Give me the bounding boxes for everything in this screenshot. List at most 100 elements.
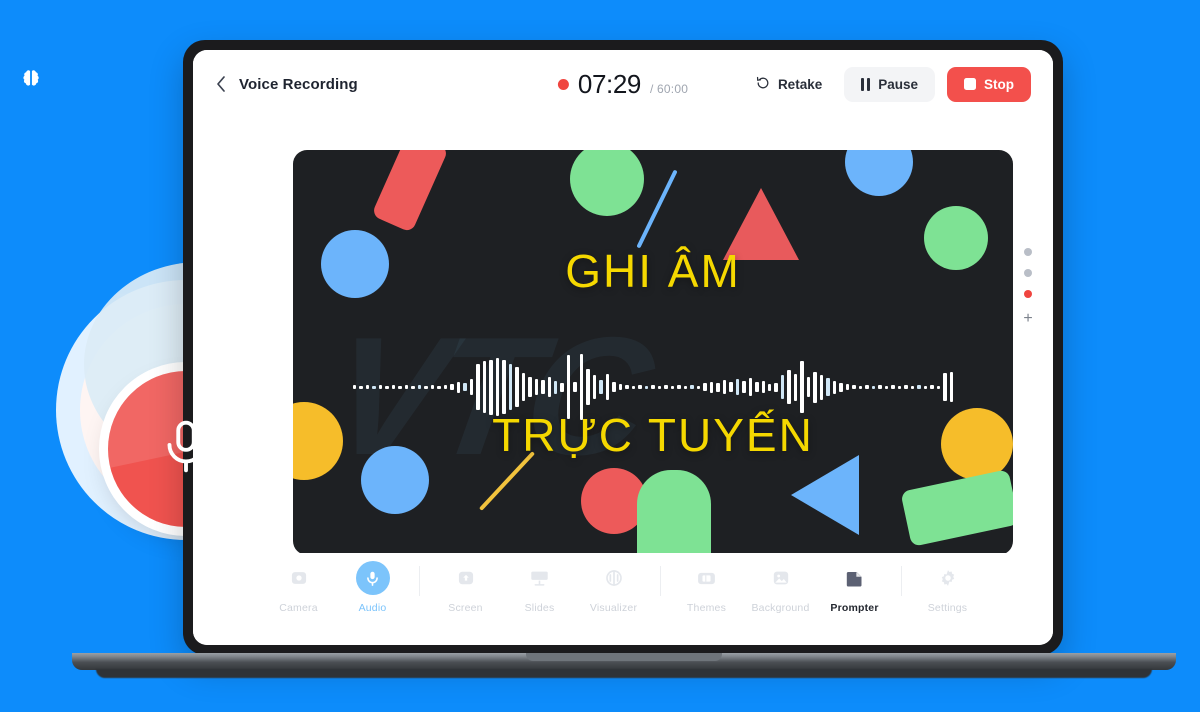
- waveform-bar: [411, 385, 415, 389]
- side-rail[interactable]: +: [1017, 248, 1039, 327]
- toolbar-item-visualizer[interactable]: Visualizer: [577, 561, 651, 614]
- prompter-icon: [838, 561, 872, 595]
- laptop-frame: Voice Recording 07:29 / 60:00 Retake Pau…: [183, 40, 1063, 655]
- waveform-bar: [463, 383, 467, 391]
- waveform-bar: [858, 385, 863, 389]
- rotate-ccw-icon: [755, 75, 771, 94]
- bottom-toolbar: Camera Audio Screen Slides Visualizer Themes B…: [193, 553, 1053, 645]
- camera-icon: [282, 561, 316, 595]
- waveform-bar: [534, 379, 539, 395]
- waveform-bar: [638, 385, 642, 389]
- add-icon[interactable]: +: [1023, 311, 1032, 327]
- waveform-bar: [930, 385, 934, 389]
- rail-dot-record[interactable]: [1024, 290, 1032, 298]
- waveform-bar: [424, 385, 428, 389]
- screen-share-icon: [449, 561, 483, 595]
- waveform-bar: [722, 380, 727, 394]
- waveform-bar: [767, 383, 772, 391]
- recording-canvas[interactable]: VTC GHI ÂM TRỰC TUYẾN: [293, 150, 1013, 555]
- waveform-bar: [897, 385, 902, 389]
- waveform-bar: [845, 384, 850, 390]
- toolbar-item-camera[interactable]: Camera: [262, 561, 336, 614]
- waveform-bar: [865, 385, 869, 389]
- toolbar-item-slides[interactable]: Slides: [503, 561, 577, 614]
- waveform-bar: [547, 377, 551, 397]
- toolbar-item-background[interactable]: Background: [744, 561, 818, 614]
- waveform-bar: [644, 385, 649, 389]
- retake-button[interactable]: Retake: [745, 67, 832, 102]
- laptop-foot: [96, 669, 1152, 678]
- waveform-bar: [826, 378, 830, 396]
- waveform-bar: [664, 385, 668, 389]
- waveform-bar: [541, 380, 545, 394]
- waveform-bar: [554, 380, 558, 394]
- waveform-bar: [891, 385, 895, 389]
- pause-button[interactable]: Pause: [844, 66, 935, 102]
- waveform-bar: [605, 374, 610, 400]
- waveform-bar: [560, 382, 564, 392]
- brain-icon: [20, 68, 42, 90]
- waveform-bar: [735, 379, 740, 395]
- waveform-bar: [450, 384, 454, 390]
- waveform-bar: [456, 381, 461, 393]
- toolbar-item-screen[interactable]: Screen: [429, 561, 503, 614]
- waveform-bar: [813, 371, 817, 403]
- toolbar-label: Screen: [448, 602, 483, 614]
- shape-green-blob-bottom: [637, 470, 711, 555]
- waveform-bar: [884, 385, 889, 389]
- page-title: Voice Recording: [239, 75, 358, 93]
- toolbar-label: Settings: [927, 602, 968, 614]
- chevron-left-icon[interactable]: [215, 74, 227, 94]
- waveform-bar: [657, 385, 662, 389]
- waveform-bar: [612, 382, 616, 392]
- waveform-bar: [910, 385, 915, 389]
- waveform-bar: [677, 385, 681, 389]
- waveform-bar: [385, 385, 389, 389]
- canvas-subline: TRỰC TUYẾN: [492, 409, 814, 461]
- pause-icon: [861, 77, 871, 91]
- waveform-bar: [806, 377, 811, 397]
- toolbar-item-audio[interactable]: Audio: [336, 561, 410, 614]
- waveform-bar: [430, 385, 435, 389]
- waveform-bar: [696, 385, 701, 389]
- waveform-bar: [378, 385, 383, 389]
- rail-dot-1[interactable]: [1024, 248, 1032, 256]
- rail-dot-2[interactable]: [1024, 269, 1032, 277]
- waveform-bar: [917, 385, 921, 389]
- waveform-bar: [716, 382, 720, 392]
- toolbar-label: Visualizer: [589, 602, 638, 614]
- recording-timer: 07:29 / 60:00: [557, 69, 688, 100]
- gear-icon: [931, 561, 965, 595]
- waveform-bar: [359, 385, 363, 389]
- themes-icon: [690, 561, 724, 595]
- toolbar-item-prompter[interactable]: Prompter: [818, 561, 892, 614]
- toolbar-label: Slides: [524, 602, 555, 614]
- microphone-icon: [355, 561, 390, 595]
- waveform-bar: [787, 370, 791, 404]
- toolbar-label: Prompter: [830, 602, 879, 614]
- toolbar-label: Audio: [358, 602, 387, 614]
- waveform-bar: [443, 385, 448, 389]
- waveform-bar: [404, 385, 409, 389]
- waveform-bar: [923, 385, 928, 389]
- toolbar-item-settings[interactable]: Settings: [911, 561, 985, 614]
- waveform-bar: [904, 385, 908, 389]
- waveform-bar: [943, 373, 947, 401]
- waveform-bar: [755, 382, 759, 392]
- toolbar-separator: [900, 566, 902, 596]
- waveform-bar: [800, 361, 804, 413]
- stop-button[interactable]: Stop: [947, 66, 1031, 102]
- image-icon: [764, 561, 798, 595]
- toolbar-item-themes[interactable]: Themes: [670, 561, 744, 614]
- waveform-bar: [761, 381, 765, 393]
- waveform-bar: [618, 384, 623, 390]
- waveform-bar: [592, 375, 597, 399]
- waveform-bar: [780, 375, 785, 399]
- waveform-bar: [528, 377, 532, 397]
- pause-label: Pause: [878, 76, 918, 92]
- stop-square-icon: [964, 78, 976, 90]
- toolbar-separator: [418, 566, 420, 596]
- waveform-bar: [365, 385, 370, 389]
- waveform-bar: [871, 385, 876, 389]
- waveform-bar: [372, 385, 376, 389]
